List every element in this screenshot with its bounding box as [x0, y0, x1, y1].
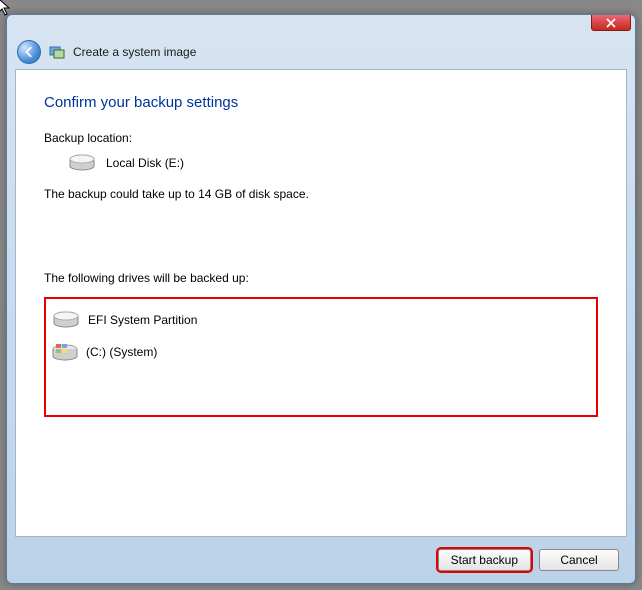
- windows-drive-icon: [52, 342, 78, 362]
- hard-drive-icon: [68, 153, 96, 173]
- drive-name: EFI System Partition: [88, 313, 197, 327]
- back-button[interactable]: [17, 40, 41, 64]
- drive-row: EFI System Partition: [52, 307, 590, 333]
- cancel-button[interactable]: Cancel: [539, 549, 619, 571]
- drives-list-highlight: EFI System Partition (C:) (System): [44, 297, 598, 417]
- content-area: Confirm your backup settings Backup loca…: [15, 69, 627, 537]
- button-bar: Start backup Cancel: [7, 537, 635, 583]
- drives-list-label: The following drives will be backed up:: [44, 271, 598, 285]
- backup-location-row: Local Disk (E:): [44, 153, 598, 173]
- drive-name: (C:) (System): [86, 345, 157, 359]
- hard-drive-icon: [52, 310, 80, 330]
- system-image-icon: [49, 44, 65, 60]
- start-backup-button[interactable]: Start backup: [438, 549, 531, 571]
- close-button[interactable]: [591, 15, 631, 31]
- backup-location-label: Backup location:: [44, 131, 598, 145]
- page-heading: Confirm your backup settings: [44, 94, 598, 111]
- window-title: Create a system image: [73, 45, 196, 59]
- drive-row: (C:) (System): [52, 339, 590, 365]
- backup-location-value: Local Disk (E:): [106, 156, 184, 170]
- title-bar: [7, 15, 635, 35]
- dialog-window: Create a system image Confirm your backu…: [6, 14, 636, 584]
- size-estimate-text: The backup could take up to 14 GB of dis…: [44, 187, 598, 201]
- header-bar: Create a system image: [7, 35, 635, 69]
